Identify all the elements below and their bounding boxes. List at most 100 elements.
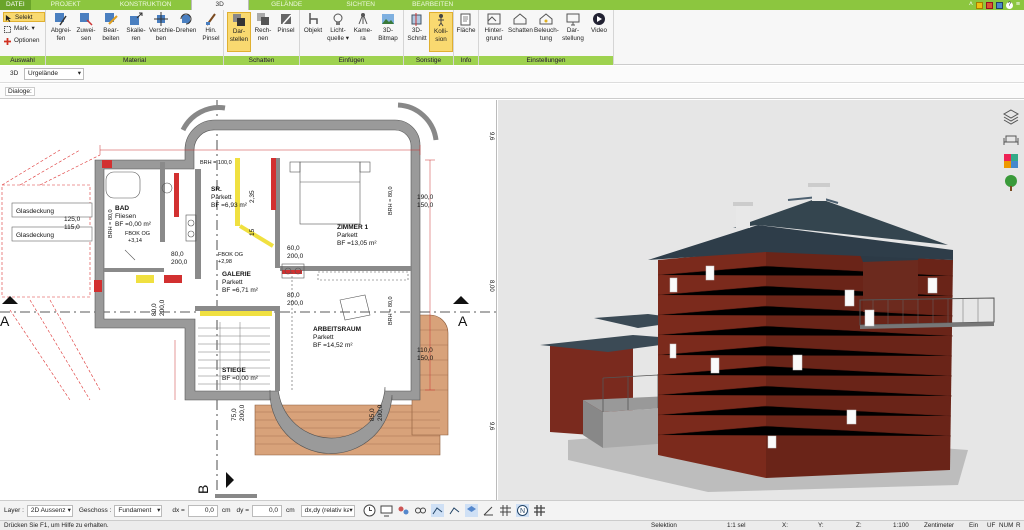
edit-material-icon [105, 13, 118, 25]
rechnen-button[interactable]: Rech- nen [251, 12, 275, 52]
brh-label: BRH = 100,0 [200, 160, 232, 166]
caret-up-icon[interactable]: ˄ [969, 0, 973, 10]
armchair-icon[interactable] [1002, 130, 1020, 148]
coord-mode-dropdown[interactable]: dx,dy (relativ ka ▾ [300, 504, 355, 517]
dim-label: 60,0 [287, 245, 300, 252]
material-palette-icon[interactable] [1002, 152, 1020, 170]
verschieben-button[interactable]: Verschie- ben [149, 12, 175, 52]
dim-label: 15 [249, 228, 256, 236]
settings-icon[interactable]: ≡ [1016, 0, 1020, 10]
zuweisen-button[interactable]: Zuwei- sen [74, 12, 98, 52]
darstellen-button[interactable]: Dar- stellen [227, 12, 251, 52]
shadow-calc-icon [257, 13, 269, 25]
rotate-icon [180, 13, 192, 25]
select-button[interactable]: Selekt [3, 12, 45, 22]
optionen-button[interactable]: Optionen [3, 36, 45, 46]
help-icon[interactable]: ? [1005, 1, 1013, 9]
kollision-button[interactable]: Kolli- sion [429, 12, 453, 52]
mode-label: 3D [10, 70, 19, 77]
tab-sichten[interactable]: SICHTEN [325, 0, 397, 10]
tab-bearbeiten[interactable]: BEARBEITEN [397, 0, 469, 10]
house-3d-render[interactable] [498, 100, 1024, 500]
dim-label: 150,0 [417, 355, 434, 362]
pinsel-button[interactable]: Pinsel [274, 12, 298, 52]
dialoge-label[interactable]: Dialoge: [5, 87, 35, 96]
lichtquelle-button[interactable]: Licht- quelle ▾ [326, 12, 350, 52]
cursor-icon [5, 15, 12, 22]
tab-projekt[interactable]: PROJEKT [31, 0, 101, 10]
tab-konstruktion[interactable]: KONSTRUKTION [101, 0, 191, 10]
minimize-icon[interactable] [975, 1, 983, 9]
schatten-settings-button[interactable]: Schatten [508, 12, 533, 52]
abgreifen-button[interactable]: Abgrei- fen [49, 12, 73, 52]
group-icon[interactable] [397, 504, 410, 517]
objekt-button[interactable]: Objekt [301, 12, 325, 52]
restore-icon[interactable] [985, 1, 993, 9]
dy-label: dy = [236, 507, 249, 514]
group-label-einstellungen: Einstellungen [479, 56, 613, 65]
ribbon: Selekt Mark. ▾ Optionen Auswahl Abgrei- … [0, 10, 1024, 65]
geschoss-dropdown[interactable]: Fundament ▾ [114, 504, 163, 517]
layer-select[interactable]: Urgelände ▾ [24, 68, 84, 80]
group-label-auswahl: Auswahl [0, 56, 45, 65]
layer-dropdown[interactable]: 2D Aussenz ▾ [26, 504, 73, 517]
dim-label: 190,0 [417, 194, 434, 201]
status-scale: 1:100 [893, 522, 909, 529]
dy-unit: cm [286, 507, 295, 514]
layer-label: Layer : [4, 507, 24, 514]
clock-icon[interactable] [363, 504, 376, 517]
brush-icon [206, 13, 216, 26]
darstellung-button[interactable]: Dar- stellung [561, 12, 585, 52]
room-material-bad: Fliesen [115, 213, 136, 220]
drehen-button[interactable]: Drehen [174, 12, 198, 52]
dx-input[interactable]: 0,0 [187, 504, 218, 517]
dim-label: 110,0 [417, 347, 433, 354]
tab-datei[interactable]: DATEI [0, 0, 31, 10]
grid-bold-icon[interactable] [533, 504, 546, 517]
group-label-sonstige: Sonstige [404, 56, 453, 65]
snap-line-icon[interactable] [430, 504, 444, 517]
move-icon [154, 12, 168, 26]
room-material-arbeitsraum: Parkett [313, 334, 334, 341]
floor-plan-view[interactable]: BAD Fliesen BF =0,00 m² ZIMMER 1 Parkett… [0, 100, 497, 500]
dimension-lines [99, 145, 435, 400]
section-markers: A A B [0, 313, 468, 494]
mark-button[interactable]: Mark. ▾ [3, 24, 45, 34]
brh-label: BRH = 80,0 [108, 209, 114, 238]
hintergrund-button[interactable]: Hinter- grund [482, 12, 506, 52]
snap-layer-icon[interactable] [464, 504, 478, 517]
3d-view[interactable] [498, 100, 1024, 500]
house-shadow-icon [513, 13, 527, 25]
tab-gelaende[interactable]: GELÄNDE [249, 0, 325, 10]
3d-schnitt-button[interactable]: 3D- Schnitt [405, 12, 429, 52]
dy-input[interactable]: 0,0 [252, 504, 282, 517]
skalieren-button[interactable]: Skalie- ren [124, 12, 148, 52]
bay-tower [863, 258, 918, 312]
tab-3d[interactable]: 3D [190, 0, 249, 10]
screen-icon[interactable] [380, 504, 393, 517]
video-button[interactable]: Video [587, 12, 611, 52]
group-schatten: Dar- stellen Rech- nen Pinsel Schatten [224, 10, 300, 65]
beleuchtung-button[interactable]: Beleuch- tung [534, 12, 559, 52]
camera-icon [358, 13, 368, 25]
snap-angle-icon[interactable] [482, 504, 495, 517]
snap-point-icon[interactable] [448, 504, 461, 517]
room-name-sr: SR. [211, 186, 222, 193]
grid-icon[interactable] [499, 504, 512, 517]
layers-icon[interactable] [1002, 108, 1020, 126]
close-icon[interactable] [995, 1, 1003, 9]
flaeche-button[interactable]: Fläche [454, 12, 478, 52]
bearbeiten-button[interactable]: Bear- beiten [99, 12, 123, 52]
hin-pinsel-button[interactable]: Hin. Pinsel [199, 12, 223, 52]
north-icon[interactable]: N [515, 504, 529, 517]
room-name-zimmer: ZIMMER 1 [337, 224, 368, 231]
link-icon[interactable] [414, 504, 427, 517]
3d-bitmap-button[interactable]: 3D- Bitmap [376, 12, 400, 52]
tree-icon[interactable] [1002, 174, 1020, 192]
floor-plan-drawing[interactable]: BAD Fliesen BF =0,00 m² ZIMMER 1 Parkett… [0, 100, 497, 500]
menu-bar: DATEI PROJEKT KONSTRUKTION 3D GELÄNDE SI… [0, 0, 1024, 10]
chimney-right-cap [808, 183, 830, 187]
horizontal-scrollbar[interactable] [215, 494, 257, 498]
kamera-button[interactable]: Kame- ra [351, 12, 375, 52]
room-material-zimmer: Parkett [337, 232, 358, 239]
